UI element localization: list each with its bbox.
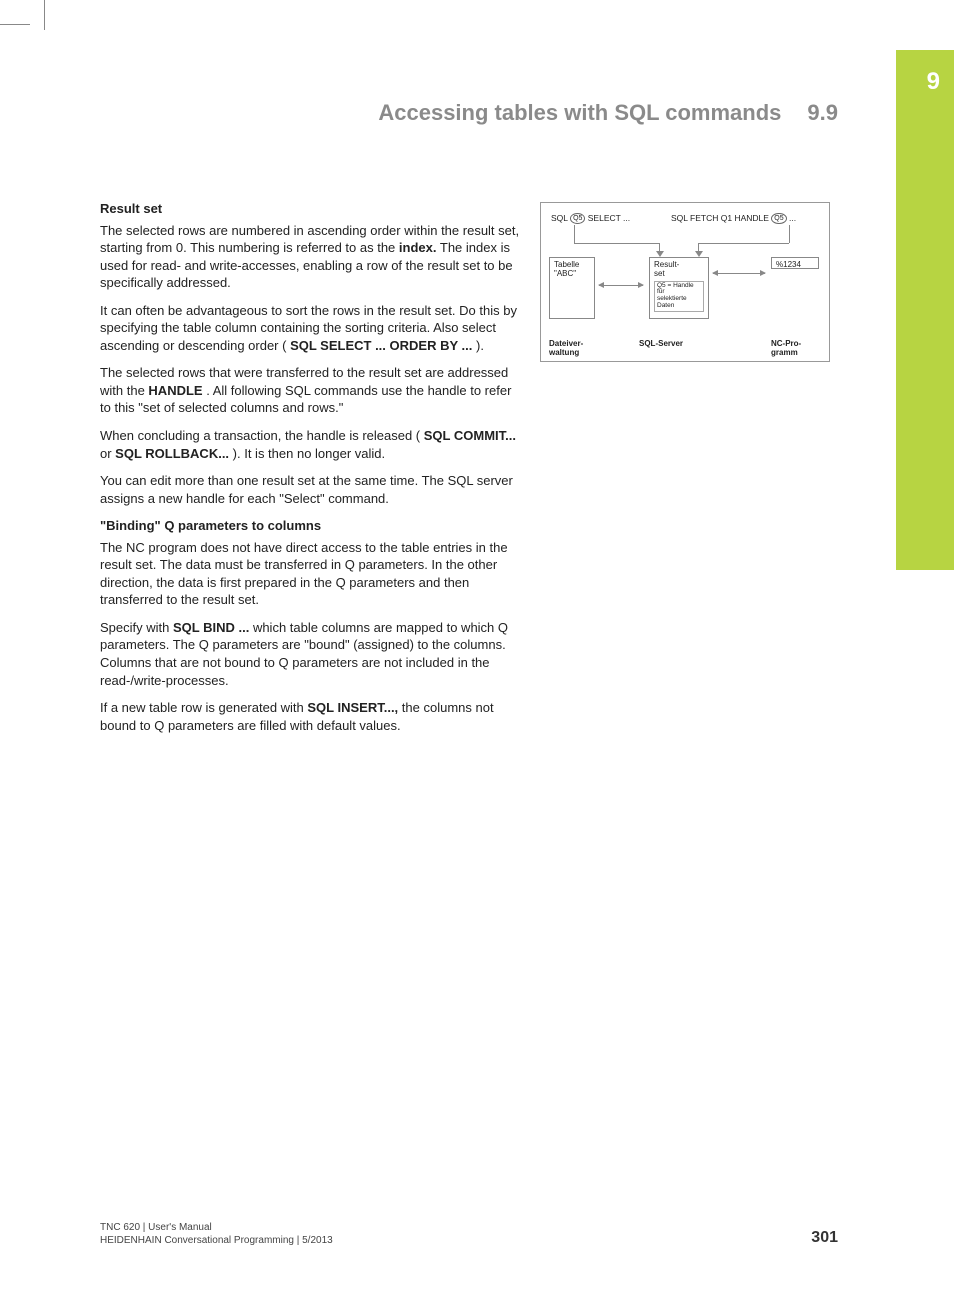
diagram-line [574, 225, 575, 243]
footer-line-1: TNC 620 | User's Manual [100, 1221, 333, 1234]
content-area: Result set The selected rows are numbere… [100, 200, 830, 744]
diagram-box-resultset: Result- set Q5 = Handle für selektierte … [649, 257, 709, 319]
diagram-box-handle: Q5 = Handle für selektierte Daten [654, 281, 704, 312]
heading-result-set: Result set [100, 200, 520, 218]
q-circle-icon: Q5 [771, 213, 786, 224]
diagram-box-program: %1234 [771, 257, 819, 269]
paragraph: You can edit more than one result set at… [100, 472, 520, 507]
text: SQL [551, 213, 570, 223]
header-section: 9.9 [807, 100, 838, 126]
chapter-tab: 9 [896, 50, 954, 570]
paragraph: If a new table row is generated with SQL… [100, 699, 520, 734]
text-bold: index. [399, 240, 437, 255]
page-header: Accessing tables with SQL commands 9.9 [100, 100, 838, 126]
page: 9 Accessing tables with SQL commands 9.9… [0, 0, 954, 1315]
q-circle-icon: Q5 [570, 213, 585, 224]
crop-mark-v [44, 0, 45, 30]
text: or [100, 446, 115, 461]
text: Specify with [100, 620, 173, 635]
text-bold: SQL COMMIT... [424, 428, 516, 443]
text-bold: SQL BIND ... [173, 620, 249, 635]
diagram-label-ncprogramm: NC-Pro- gramm [771, 339, 801, 357]
crop-mark-h [0, 24, 30, 25]
diagram-label-dateiverwaltung: Dateiver- waltung [549, 339, 583, 357]
sql-diagram: SQL Q5 SELECT ... SQL FETCH Q1 HANDLE Q5… [540, 202, 830, 362]
page-number: 301 [811, 1229, 838, 1247]
footer-left: TNC 620 | User's Manual HEIDENHAIN Conve… [100, 1221, 333, 1247]
figure-column: SQL Q5 SELECT ... SQL FETCH Q1 HANDLE Q5… [540, 200, 830, 744]
text: When concluding a transaction, the handl… [100, 428, 420, 443]
diagram-line [698, 243, 789, 244]
paragraph: The selected rows are numbered in ascend… [100, 222, 520, 292]
diagram-box-table: Tabelle "ABC" [549, 257, 595, 319]
text: Result- set [654, 261, 704, 279]
paragraph: Specify with SQL BIND ... which table co… [100, 619, 520, 689]
header-title: Accessing tables with SQL commands [378, 100, 781, 126]
text-bold: SQL ROLLBACK... [115, 446, 229, 461]
heading-binding: "Binding" Q parameters to columns [100, 517, 520, 535]
text: If a new table row is generated with [100, 700, 307, 715]
text: ... [787, 213, 796, 223]
paragraph: The NC program does not have direct acce… [100, 539, 520, 609]
text-bold: HANDLE [148, 383, 202, 398]
diagram-line [789, 225, 790, 243]
text-bold: SQL INSERT..., [307, 700, 398, 715]
text: SELECT ... [585, 213, 630, 223]
footer-line-2: HEIDENHAIN Conversational Programming | … [100, 1234, 333, 1247]
text: ). [476, 338, 484, 353]
double-arrow-icon [713, 273, 765, 274]
text: ). It is then no longer valid. [233, 446, 385, 461]
text-column: Result set The selected rows are numbere… [100, 200, 520, 744]
text: SQL FETCH Q1 HANDLE [671, 213, 771, 223]
diagram-top-right-label: SQL FETCH Q1 HANDLE Q5 ... [671, 213, 796, 224]
diagram-top-left-label: SQL Q5 SELECT ... [551, 213, 630, 224]
paragraph: It can often be advantageous to sort the… [100, 302, 520, 355]
diagram-line [574, 243, 659, 244]
paragraph: When concluding a transaction, the handl… [100, 427, 520, 462]
page-footer: TNC 620 | User's Manual HEIDENHAIN Conve… [100, 1221, 838, 1247]
text-bold: SQL SELECT ... ORDER BY ... [290, 338, 472, 353]
diagram-label-sqlserver: SQL-Server [639, 339, 683, 348]
paragraph: The selected rows that were transferred … [100, 364, 520, 417]
double-arrow-icon [599, 285, 643, 286]
chapter-number: 9 [927, 68, 940, 96]
